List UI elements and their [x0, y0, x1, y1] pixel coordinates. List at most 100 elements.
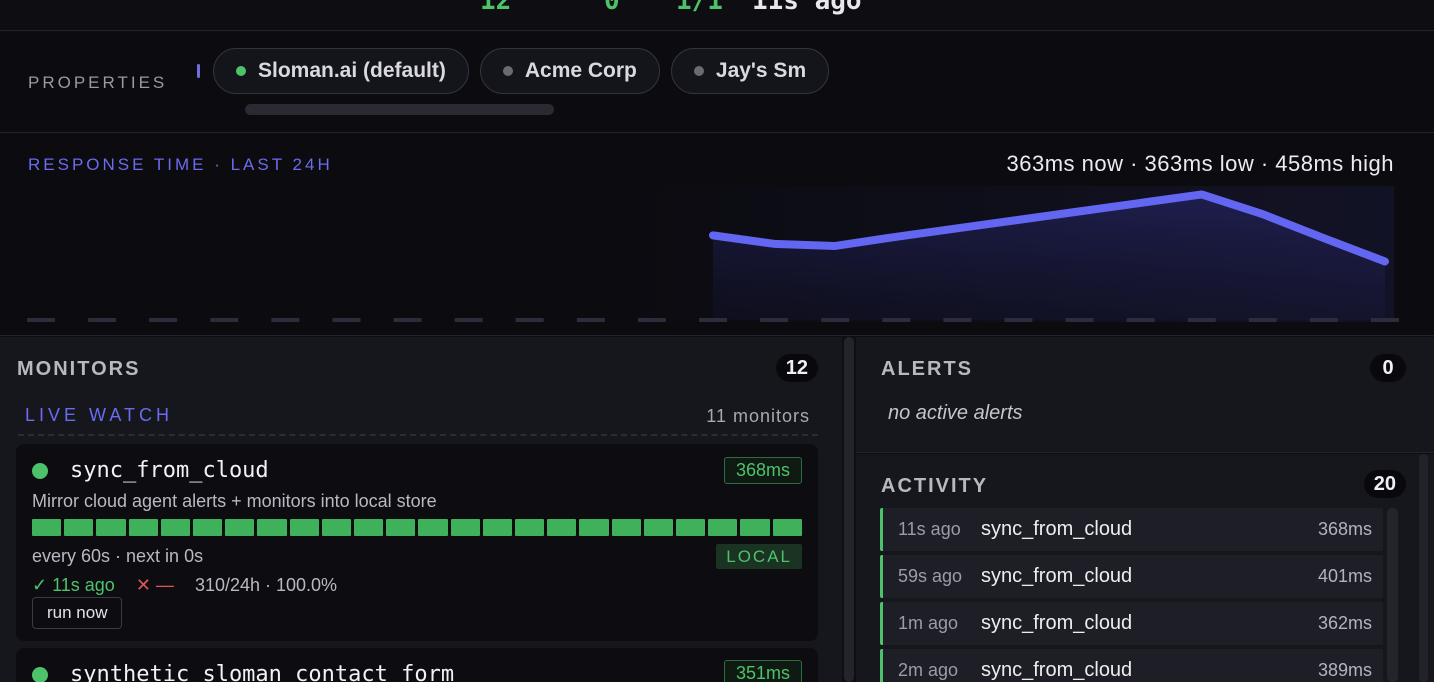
last-failure: ✕ — [135, 575, 174, 595]
stat-alerts-value: 0 [604, 0, 620, 16]
uptime-bar [547, 519, 577, 536]
property-chip-label: Acme Corp [524, 59, 637, 82]
response-point [893, 233, 900, 240]
response-time-chart [27, 186, 1399, 322]
alerts-panel: ALERTS 0 no active alerts [856, 337, 1434, 453]
uptime-bar [676, 519, 706, 536]
properties-label: PROPERTIES [28, 73, 168, 92]
monitor-description: Mirror cloud agent alerts + monitors int… [32, 491, 437, 511]
status-dot-icon [32, 667, 48, 682]
activity-row[interactable]: 11s ago sync_from_cloud 368ms [880, 508, 1383, 551]
monitor-schedule: every 60s · next in 0s [32, 546, 204, 566]
uptime-bar [128, 519, 158, 536]
stats-strip: 12 0 1/1 11s ago [0, 0, 1434, 31]
activity-latency: 368ms [1317, 519, 1372, 539]
activity-latency: 362ms [1317, 613, 1372, 633]
uptime-bar [32, 519, 62, 536]
activity-monitor: sync_from_cloud [981, 518, 1133, 540]
activity-time: 59s ago [898, 566, 963, 586]
status-dot-icon [236, 66, 246, 76]
monitors-title: MONITORS [17, 358, 141, 380]
uptime-summary: 310/24h · 100.0% [194, 575, 338, 595]
property-chip-label: Jay's Sm [715, 59, 807, 82]
monitor-name: sync_from_cloud [70, 458, 269, 483]
uptime-bar [193, 519, 223, 536]
activity-row[interactable]: 59s ago sync_from_cloud 401ms [880, 555, 1383, 598]
activity-row[interactable]: 1m ago sync_from_cloud 362ms [880, 602, 1383, 645]
uptime-bar [386, 519, 416, 536]
activity-monitor: sync_from_cloud [981, 612, 1133, 634]
uptime-bar [515, 519, 545, 536]
response-point [1137, 199, 1144, 206]
uptime-bar [160, 519, 191, 536]
response-time-panel: RESPONSE TIME · LAST 24H 363ms now · 363… [0, 134, 1434, 336]
local-tag: LOCAL [716, 544, 802, 569]
uptime-bar [225, 519, 255, 536]
activity-panel: ACTIVITY 20 11s ago sync_from_cloud 368m… [856, 454, 1434, 682]
uptime-bar [482, 519, 513, 536]
response-point [1382, 258, 1388, 265]
monitors-scrollbar[interactable] [844, 337, 854, 682]
response-point [1015, 216, 1022, 223]
run-now-button[interactable]: run now [32, 597, 123, 629]
activity-time: 2m ago [898, 660, 959, 680]
activity-latency: 401ms [1317, 566, 1372, 586]
live-watch-heading: LIVE WATCH [25, 405, 174, 425]
latency-badge: 368ms [723, 457, 802, 484]
last-success: ✓ 11s ago [32, 575, 115, 595]
latency-badge: 351ms [723, 660, 802, 682]
property-chip-label: Sloman.ai (default) [258, 59, 446, 82]
uptime-bar [611, 519, 641, 536]
scroll-edge-indicator [197, 64, 200, 78]
uptime-bar [418, 519, 448, 536]
stat-uptime-value: 1/1 [676, 0, 723, 16]
live-watch-count: 11 monitors [706, 406, 810, 426]
response-point [1259, 211, 1266, 218]
monitor-name: synthetic_sloman_contact_form [70, 662, 455, 682]
property-chip-acme[interactable]: Acme Corp [479, 48, 660, 94]
activity-monitor: sync_from_cloud [981, 659, 1133, 681]
activity-scrollbar[interactable] [1387, 508, 1398, 682]
activity-row[interactable]: 2m ago sync_from_cloud 389ms [880, 649, 1383, 682]
response-point [954, 225, 961, 232]
uptime-bar [643, 519, 674, 536]
property-chip-jays[interactable]: Jay's Sm [670, 48, 830, 94]
status-dot-icon [502, 66, 513, 76]
uptime-bar [708, 519, 738, 536]
uptime-bar [579, 519, 609, 536]
uptime-bar [450, 519, 480, 536]
response-point [1320, 235, 1327, 242]
monitors-count-badge: 12 [775, 354, 818, 382]
uptime-bar [772, 519, 802, 536]
monitor-card[interactable]: sync_from_cloud 368ms Mirror cloud agent… [16, 444, 818, 641]
response-point [1198, 191, 1205, 198]
response-point [771, 240, 778, 247]
divider [18, 434, 818, 436]
dashboard: 12 0 1/1 11s ago PROPERTIES Sloman.ai (d… [0, 0, 1434, 682]
response-point [710, 232, 716, 239]
uptime-bar [64, 519, 94, 536]
monitor-stats: ✓ 11s ago ✕ — 310/24h · 100.0% [32, 575, 337, 596]
status-dot-icon [32, 463, 48, 479]
activity-count-badge: 20 [1363, 470, 1406, 498]
status-dot-icon [693, 66, 704, 76]
activity-monitor: sync_from_cloud [981, 565, 1133, 587]
uptime-bar [96, 519, 126, 536]
uptime-bar [257, 519, 287, 536]
sidebar-scrollbar[interactable] [1419, 454, 1428, 682]
response-point [832, 242, 839, 249]
chip-scrollbar[interactable] [245, 104, 554, 115]
stat-monitors-value: 12 [480, 0, 512, 16]
activity-time: 1m ago [898, 613, 959, 633]
uptime-bar [354, 519, 384, 536]
response-point [1076, 208, 1083, 215]
stat-last-check-value: 11s ago [752, 0, 862, 16]
uptime-history-bars [32, 519, 802, 536]
monitor-card[interactable]: synthetic_sloman_contact_form 351ms [16, 648, 818, 682]
activity-time: 11s ago [898, 519, 961, 539]
alerts-title: ALERTS [881, 358, 973, 380]
uptime-bar [740, 519, 770, 536]
property-chip-sloman[interactable]: Sloman.ai (default) [213, 48, 469, 94]
property-chip-list: Sloman.ai (default) Acme Corp Jay's Sm [213, 48, 838, 96]
activity-list: 11s ago sync_from_cloud 368ms 59s ago sy… [880, 508, 1383, 682]
